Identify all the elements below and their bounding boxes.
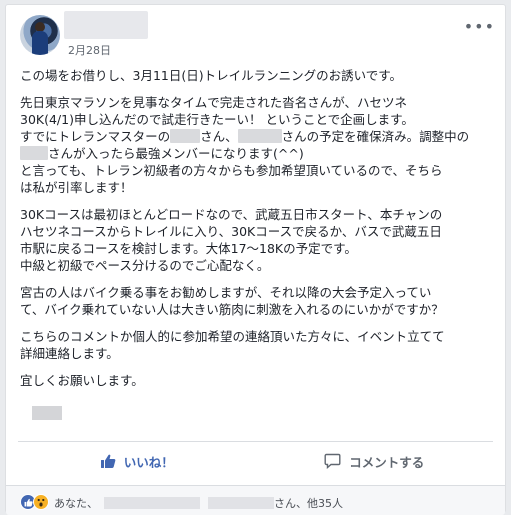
paragraph-3: 30Kコースは最初ほとんどロードなので、武蔵五日市スタート、本チャンの ハセツネ… xyxy=(20,206,498,274)
text-line: 詳細連絡します。 xyxy=(20,346,119,361)
text-line: すでにトレランマスターの xyxy=(20,129,171,144)
redacted-name xyxy=(170,129,201,143)
redacted-signature xyxy=(32,406,62,420)
text-line: さんの予定を確保済み。調整中の xyxy=(281,129,470,144)
avatar[interactable] xyxy=(20,15,60,55)
text-line: 30K(4/1)申し込んだので試走行きたーい！ ということで企画します。 xyxy=(20,112,414,127)
text-line: この場をお借りし、3月11日(日)トレイルランニングのお誘いです。 xyxy=(20,68,402,83)
post-date[interactable]: 2月28日 xyxy=(68,42,111,58)
redacted-name xyxy=(208,497,274,509)
paragraph-4: 宮古の人はバイク乗る事をお勧めしますが、それ以降の大会予定入ってい て、バイク乗… xyxy=(20,284,498,318)
text-line: 市駅に戻るコースを検討します。大体17〜18Kの予定です。 xyxy=(20,241,357,256)
wow-reaction-icon xyxy=(33,494,49,510)
paragraph-2: 先日東京マラソンを見事なタイムで完走された沓名さんが、ハセツネ 30K(4/1)… xyxy=(20,94,498,196)
redacted-name xyxy=(237,129,282,143)
avatar-figure xyxy=(32,31,48,55)
text-line: 宮古の人はバイク乗る事をお勧めしますが、それ以降の大会予定入ってい xyxy=(20,285,432,300)
post-card: 2月28日 ••• この場をお借りし、3月11日(日)トレイルランニングのお誘い… xyxy=(5,4,506,515)
text-line: さんが入ったら最強メンバーになります(^^) xyxy=(48,146,304,161)
action-bar: いいね！ コメントする xyxy=(18,445,493,477)
paragraph-6: 宜しくお願いします。 xyxy=(20,372,498,389)
text-line: 宜しくお願いします。 xyxy=(20,373,144,388)
text-line: 30Kコースは最初ほとんどロードなので、武蔵五日市スタート、本チャンの xyxy=(20,207,443,222)
comment-button[interactable]: コメントする xyxy=(256,445,494,477)
text-line: て、バイク乗れていない人は大きい筋肉に刺激を入れるのにいかがですか？ xyxy=(20,302,444,317)
reaction-prefix: あなた、 xyxy=(54,497,98,510)
text-line: 中級と初級でペース分けるのでご心配なく。 xyxy=(20,258,270,273)
paragraph-1: この場をお借りし、3月11日(日)トレイルランニングのお誘いです。 xyxy=(20,67,498,84)
text-line: ハセツネコースからトレイルに入り、30Kコースで戻るか、バスで武蔵五日 xyxy=(20,224,442,239)
like-button[interactable]: いいね！ xyxy=(18,445,256,477)
reaction-suffix: さん、他35人 xyxy=(274,497,343,510)
post-body: この場をお借りし、3月11日(日)トレイルランニングのお誘いです。 先日東京マラ… xyxy=(20,67,498,399)
comment-label: コメントする xyxy=(349,454,425,470)
author-name-redacted[interactable] xyxy=(64,11,148,39)
more-options-icon[interactable]: ••• xyxy=(464,19,495,35)
paragraph-5: こちらのコメントか個人的に参加希望の連絡頂いた方々に、イベント立てて 詳細連絡し… xyxy=(20,328,498,362)
reaction-icons[interactable] xyxy=(20,494,49,510)
like-label: いいね！ xyxy=(123,454,174,470)
text-line: は私が引率します！ xyxy=(20,180,133,195)
speech-bubble-icon xyxy=(324,453,341,469)
redacted-name xyxy=(104,497,200,509)
reaction-summary[interactable]: あなた、 さん、他35人 xyxy=(54,495,343,511)
divider xyxy=(18,441,493,442)
text-line: と言っても、トレラン初級者の方々からも参加希望頂いているので、そちら xyxy=(20,163,443,178)
text-line: こちらのコメントか個人的に参加希望の連絡頂いた方々に、イベント立てて xyxy=(20,329,445,344)
thumbs-up-icon xyxy=(100,453,116,469)
text-line: さん、 xyxy=(200,129,238,144)
redacted-name xyxy=(20,146,48,160)
reactions-footer: あなた、 さん、他35人 xyxy=(6,485,505,515)
text-line: 先日東京マラソンを見事なタイムで完走された沓名さんが、ハセツネ xyxy=(20,95,408,110)
